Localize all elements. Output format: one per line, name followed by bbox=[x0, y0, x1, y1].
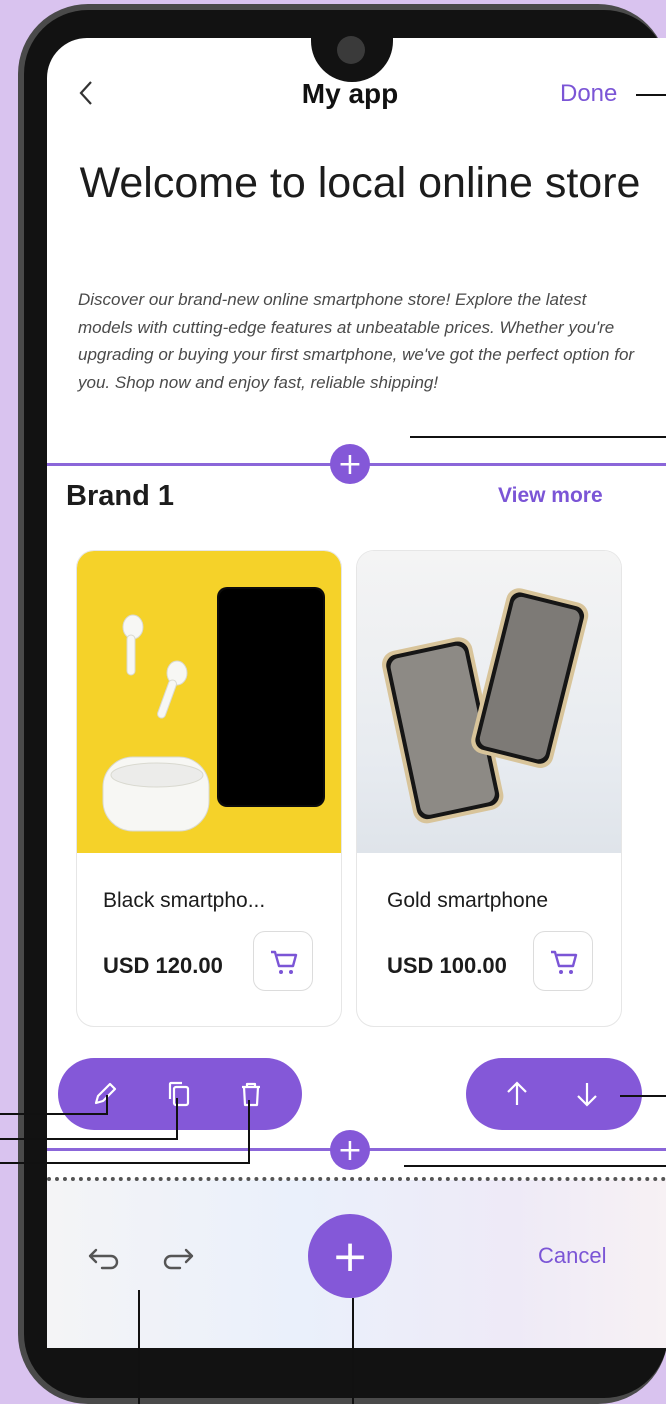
product-name: Black smartpho... bbox=[103, 889, 266, 912]
product-name: Gold smartphone bbox=[387, 889, 549, 912]
callout-line bbox=[176, 1098, 178, 1140]
add-component-button[interactable]: + bbox=[308, 1214, 392, 1298]
edit-toolbar bbox=[58, 1058, 302, 1130]
welcome-title: Welcome to local online store bbox=[79, 159, 641, 207]
arrow-down-icon[interactable] bbox=[572, 1079, 602, 1109]
undo-icon[interactable] bbox=[84, 1238, 122, 1276]
chevron-left-icon[interactable] bbox=[72, 78, 102, 108]
callout-line bbox=[0, 1162, 250, 1164]
product-card[interactable]: Gold smartphone USD 100.00 bbox=[356, 550, 622, 1027]
camera-icon bbox=[337, 36, 365, 64]
arrow-up-icon[interactable] bbox=[502, 1079, 532, 1109]
callout-line bbox=[138, 1290, 140, 1404]
copy-icon[interactable] bbox=[164, 1079, 194, 1109]
callout-line bbox=[410, 436, 666, 438]
callout-line bbox=[404, 1165, 666, 1167]
welcome-description: Discover our brand-new online smartphone… bbox=[78, 290, 635, 392]
add-block-button[interactable]: + bbox=[330, 1130, 370, 1170]
done-button[interactable]: Done bbox=[560, 80, 617, 108]
product-price: USD 120.00 bbox=[103, 953, 223, 978]
app-title: My app bbox=[301, 78, 399, 109]
trash-icon[interactable] bbox=[236, 1079, 266, 1109]
redo-icon[interactable] bbox=[160, 1238, 198, 1276]
cancel-button[interactable]: Cancel bbox=[538, 1243, 606, 1269]
callout-line bbox=[0, 1113, 108, 1115]
section-title: Brand 1 bbox=[66, 480, 174, 512]
callout-line bbox=[352, 1298, 354, 1404]
add-block-button[interactable]: + bbox=[330, 444, 370, 484]
callout-line bbox=[636, 94, 666, 96]
callout-line bbox=[106, 1095, 108, 1115]
product-image bbox=[77, 551, 341, 853]
product-image bbox=[357, 551, 621, 853]
callout-line bbox=[248, 1100, 250, 1164]
dotted-separator bbox=[47, 1177, 666, 1181]
product-price: USD 100.00 bbox=[387, 953, 507, 978]
pencil-icon[interactable] bbox=[90, 1079, 120, 1109]
cart-icon[interactable] bbox=[533, 931, 593, 991]
product-card[interactable]: Black smartpho... USD 120.00 bbox=[76, 550, 342, 1027]
view-more-link[interactable]: View more bbox=[498, 484, 603, 508]
callout-line bbox=[620, 1095, 666, 1097]
callout-line bbox=[0, 1138, 178, 1140]
reorder-toolbar bbox=[466, 1058, 642, 1130]
cart-icon[interactable] bbox=[253, 931, 313, 991]
